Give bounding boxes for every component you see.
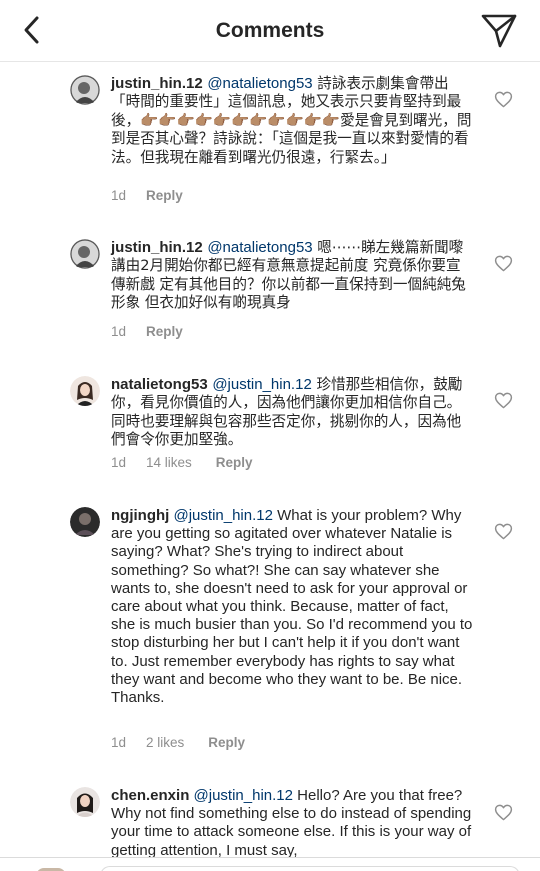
comment-meta: 1d 2 likes Reply [111,735,245,750]
header-bar: Comments [0,0,540,62]
comment-username[interactable]: justin_hin.12 [111,75,203,92]
avatar[interactable] [70,507,100,537]
reply-button[interactable]: Reply [216,455,253,470]
heart-outline-icon[interactable] [494,522,513,541]
page-title: Comments [215,19,325,42]
comment-username[interactable]: natalietong53 [111,376,208,393]
comment-mention[interactable]: @justin_hin.12 [194,787,293,804]
comment-username[interactable]: justin_hin.12 [111,239,203,256]
reply-button[interactable]: Reply [146,188,183,203]
heart-outline-icon[interactable] [494,803,513,822]
comment-body: chen.enxin @justin_hin.12 Hello? Are you… [111,787,473,860]
comment-meta: 1d Reply [111,324,183,339]
comment-meta: 1d 14 likes Reply [111,455,253,470]
avatar[interactable] [70,75,100,105]
comment-mention[interactable]: @justin_hin.12 [212,376,311,393]
avatar[interactable] [70,239,100,269]
comment-username[interactable]: ngjinghj [111,507,169,524]
comment-meta: 1d Reply [111,188,183,203]
heart-outline-icon[interactable] [494,90,513,109]
comment-mention[interactable]: @justin_hin.12 [174,507,273,524]
heart-outline-icon[interactable] [494,254,513,273]
comment-text: What is your problem? Why are you gettin… [111,507,473,707]
comment-likes[interactable]: 2 likes [146,735,184,750]
comment-likes[interactable]: 14 likes [146,455,192,470]
comment-mention[interactable]: @natalietong53 [207,239,312,256]
comment-body: ngjinghj @justin_hin.12 What is your pro… [111,507,473,707]
avatar[interactable] [70,787,100,817]
comment-username[interactable]: chen.enxin [111,787,189,804]
comment-body: justin_hin.12 @natalietong53 嗯⋯⋯睇左幾篇新聞嚟講… [111,239,473,313]
comment-body: natalietong53 @justin_hin.12 珍惜那些相信你，鼓勵你… [111,376,473,450]
comment-time: 1d [111,188,127,203]
paper-plane-icon[interactable] [480,12,518,50]
avatar[interactable] [70,376,100,406]
comments-list[interactable]: justin_hin.12 @natalietong53 詩詠表示劇集會帶出「時… [0,62,540,871]
comment-body: justin_hin.12 @natalietong53 詩詠表示劇集會帶出「時… [111,75,473,167]
comment-input[interactable] [100,866,520,871]
comment-time: 1d [111,735,127,750]
heart-outline-icon[interactable] [494,391,513,410]
comment-mention[interactable]: @natalietong53 [207,75,312,92]
comment-time: 1d [111,455,127,470]
reply-button[interactable]: Reply [208,735,245,750]
comment-time: 1d [111,324,127,339]
reply-button[interactable]: Reply [146,324,183,339]
